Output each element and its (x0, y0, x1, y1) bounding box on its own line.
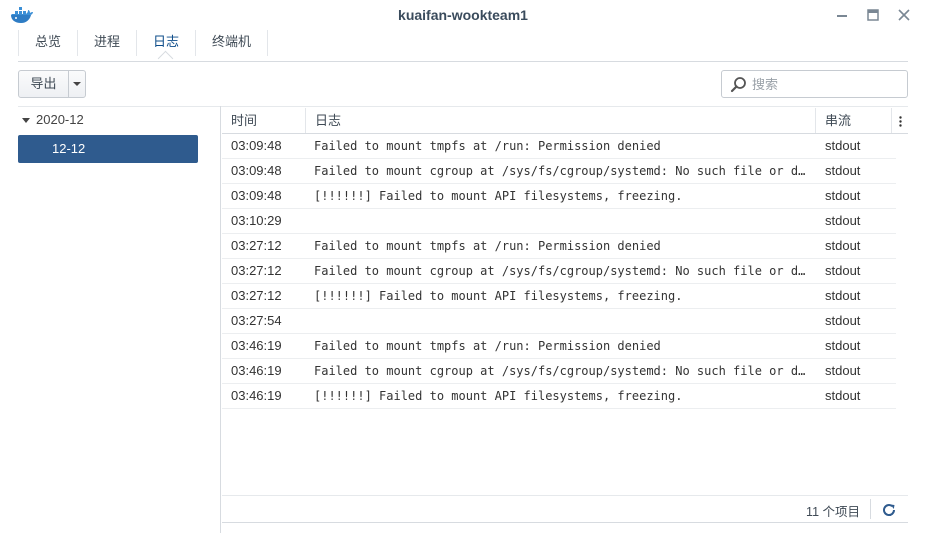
date-tree: 2020-12 12-12 (18, 108, 200, 163)
table-header: 时间 日志 串流 (222, 108, 908, 134)
tab-terminal[interactable]: 终端机 (195, 30, 269, 56)
table-body: 03:09:48 Failed to mount tmpfs at /run: P… (222, 134, 908, 409)
cell-time: 03:27:12 (231, 238, 282, 253)
cell-log: Failed to mount cgroup at /sys/fs/cgroup… (314, 264, 816, 278)
export-button[interactable]: 导出 (19, 71, 69, 97)
cell-time: 03:09:48 (231, 138, 282, 153)
cell-log: Failed to mount tmpfs at /run: Permissio… (314, 139, 661, 153)
tree-node-month[interactable]: 2020-12 (18, 108, 200, 132)
refresh-icon[interactable] (881, 502, 897, 518)
cell-log: Failed to mount cgroup at /sys/fs/cgroup… (314, 164, 816, 178)
cell-log (306, 209, 816, 233)
window-title: kuaifan-wookteam1 (398, 7, 528, 23)
minimize-icon[interactable] (833, 6, 851, 24)
tree-node-day-selected[interactable]: 12-12 (18, 135, 198, 163)
table-row[interactable]: 03:10:29 stdout (222, 209, 896, 234)
table-row[interactable]: 03:27:12 [!!!!!!] Failed to mount API fil… (222, 284, 896, 309)
cell-stream: stdout (825, 388, 861, 403)
cell-stream: stdout (825, 363, 861, 378)
column-header-stream[interactable]: 串流 (816, 108, 892, 133)
tab-overview[interactable]: 总览 (18, 30, 77, 56)
export-split-button: 导出 (18, 70, 86, 98)
more-vertical-icon (899, 116, 902, 127)
bottom-divider (222, 522, 908, 523)
panel-divider (220, 106, 221, 533)
cell-log: Failed to mount tmpfs at /run: Permissio… (314, 239, 661, 253)
cell-stream: stdout (825, 163, 861, 178)
tab-divider (18, 61, 908, 62)
cell-log: [!!!!!!] Failed to mount API filesystems… (314, 189, 683, 203)
tab-log[interactable]: 日志 (136, 30, 195, 56)
cell-time: 03:27:12 (231, 263, 282, 278)
log-table: 时间 日志 串流 03:09:48 Failed to mount tmpfs a… (222, 108, 908, 493)
cell-time: 03:09:48 (231, 188, 282, 203)
cell-stream: stdout (825, 338, 861, 353)
tree-node-month-label: 2020-12 (36, 112, 84, 127)
cell-time: 03:27:12 (231, 288, 282, 303)
cell-time: 03:46:19 (231, 363, 282, 378)
cell-stream: stdout (825, 138, 861, 153)
title-bar: kuaifan-wookteam1 (0, 0, 926, 30)
cell-time: 03:27:54 (231, 313, 282, 328)
cell-time: 03:46:19 (231, 388, 282, 403)
cell-time: 03:46:19 (231, 338, 282, 353)
tab-process[interactable]: 进程 (77, 30, 136, 56)
cell-log: [!!!!!!] Failed to mount API filesystems… (314, 289, 683, 303)
search-input[interactable] (752, 74, 902, 94)
table-row[interactable]: 03:27:12 Failed to mount tmpfs at /run: P… (222, 234, 896, 259)
table-row[interactable]: 03:46:19 [!!!!!!] Failed to mount API fil… (222, 384, 896, 409)
caret-down-icon[interactable] (22, 118, 30, 123)
footer-separator (870, 499, 871, 519)
column-header-log[interactable]: 日志 (306, 108, 816, 133)
table-row[interactable]: 03:27:54 stdout (222, 309, 896, 334)
content-divider (18, 106, 908, 107)
table-row[interactable]: 03:09:48 [!!!!!!] Failed to mount API fil… (222, 184, 896, 209)
table-row[interactable]: 03:27:12 Failed to mount cgroup at /sys/f… (222, 259, 896, 284)
table-row[interactable]: 03:46:19 Failed to mount cgroup at /sys/f… (222, 359, 896, 384)
cell-stream: stdout (825, 188, 861, 203)
cell-stream: stdout (825, 213, 861, 228)
table-row[interactable]: 03:46:19 Failed to mount tmpfs at /run: P… (222, 334, 896, 359)
cell-log: Failed to mount tmpfs at /run: Permissio… (314, 339, 661, 353)
maximize-icon[interactable] (864, 6, 882, 24)
cell-stream: stdout (825, 288, 861, 303)
column-header-time[interactable]: 时间 (222, 108, 306, 133)
cell-log: Failed to mount cgroup at /sys/fs/cgroup… (314, 364, 816, 378)
cell-time: 03:10:29 (231, 213, 282, 228)
cell-stream: stdout (825, 313, 861, 328)
search-box (721, 70, 908, 98)
cell-stream: stdout (825, 263, 861, 278)
column-menu-button[interactable] (892, 108, 908, 133)
close-icon[interactable] (895, 6, 913, 24)
tab-bar: 总览 进程 日志 终端机 (18, 30, 269, 62)
table-row[interactable]: 03:09:48 Failed to mount cgroup at /sys/f… (222, 159, 896, 184)
cell-log: [!!!!!!] Failed to mount API filesystems… (314, 389, 683, 403)
table-row[interactable]: 03:09:48 Failed to mount tmpfs at /run: P… (222, 134, 896, 159)
cell-log (306, 309, 816, 333)
export-dropdown-chevron-down-icon[interactable] (69, 71, 85, 97)
search-icon (730, 77, 746, 93)
item-count: 11 个项目 (806, 505, 860, 519)
cell-time: 03:09:48 (231, 163, 282, 178)
cell-stream: stdout (825, 238, 861, 253)
footer-divider (222, 495, 908, 496)
